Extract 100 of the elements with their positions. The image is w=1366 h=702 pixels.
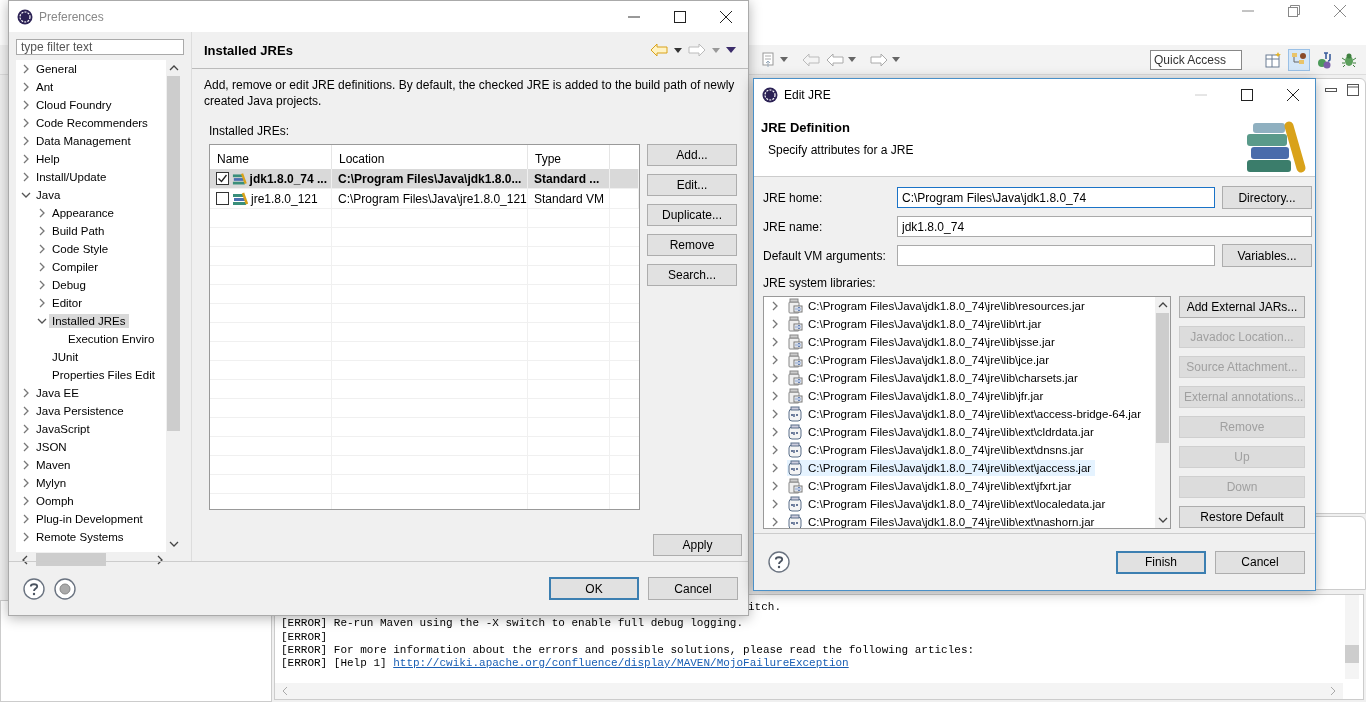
- caret-icon[interactable]: [892, 57, 900, 62]
- tree-item[interactable]: Code Style: [49, 242, 112, 256]
- dialog-button[interactable]: Cancel: [648, 577, 738, 600]
- tree-item[interactable]: Maven: [33, 458, 74, 472]
- tree-item[interactable]: Data Management: [33, 134, 134, 148]
- tree-item[interactable]: Installed JREs: [49, 314, 129, 328]
- tree-item[interactable]: Compiler: [49, 260, 101, 274]
- library-item[interactable]: C:\Program Files\Java\jdk1.8.0_74\jre\lib\ext\cldrdata.jar: [787, 424, 1098, 440]
- text-field[interactable]: jdk1.8.0_74: [897, 216, 1312, 237]
- caret-icon[interactable]: [848, 57, 856, 62]
- menu-icon[interactable]: [726, 47, 736, 53]
- tree-item[interactable]: Java EE: [33, 386, 82, 400]
- java-icon[interactable]: [1316, 50, 1334, 69]
- side-button[interactable]: Remove: [647, 234, 737, 256]
- tree-item[interactable]: Ant: [33, 80, 57, 94]
- table-row[interactable]: jre1.8.0_121 C:\Program Files\Java\jre1.8.0_121 Standard VM: [210, 189, 639, 209]
- maximize-icon[interactable]: [674, 10, 686, 23]
- text-field[interactable]: C:\Program Files\Java\jdk1.8.0_74: [897, 187, 1215, 208]
- side-button[interactable]: Edit...: [647, 174, 737, 196]
- tree-item[interactable]: General: [33, 62, 80, 76]
- side-button[interactable]: Duplicate...: [647, 204, 737, 226]
- restore-icon[interactable]: [1288, 5, 1300, 17]
- library-item[interactable]: C:\Program Files\Java\jdk1.8.0_74\jre\lib\rt.jar: [787, 316, 1046, 332]
- tree-item[interactable]: Install/Update: [33, 170, 110, 184]
- help-icon[interactable]: [23, 577, 45, 600]
- library-item[interactable]: C:\Program Files\Java\jdk1.8.0_74\jre\lib\ext\nashorn.jar: [787, 514, 1099, 528]
- scroll-down-icon[interactable]: [168, 539, 179, 549]
- help-icon[interactable]: [768, 551, 790, 573]
- jar-icon: [787, 496, 803, 512]
- tree-item[interactable]: Java: [33, 188, 64, 202]
- scroll-right-icon[interactable]: [155, 554, 165, 565]
- dialog-button[interactable]: OK: [549, 577, 639, 600]
- side-button[interactable]: Restore Default: [1179, 506, 1305, 528]
- tree-item[interactable]: Help: [33, 152, 63, 166]
- tree-item[interactable]: Java Persistence: [33, 404, 127, 418]
- tree-item[interactable]: Mylyn: [33, 476, 70, 490]
- scrollbar[interactable]: [1155, 297, 1170, 528]
- text-field[interactable]: [897, 245, 1215, 266]
- scroll-up-icon[interactable]: [168, 63, 179, 73]
- tree-item[interactable]: JavaScript: [33, 422, 93, 436]
- library-icon: [232, 190, 248, 207]
- console-line: [ERROR] For more information about the errors and possible solutions, please read the following articles:: [281, 643, 975, 658]
- table-cell: jre1.8.0_121: [251, 191, 318, 206]
- link[interactable]: http://cwiki.apache.org/confluence/display/MAVEN/MojoFailureException: [393, 657, 849, 670]
- tree-item[interactable]: Debug: [49, 278, 89, 292]
- tree-item[interactable]: Editor: [49, 296, 86, 310]
- close-icon[interactable]: [720, 10, 732, 23]
- tree-item[interactable]: Oomph: [33, 494, 77, 508]
- dialog-button[interactable]: Cancel: [1215, 550, 1305, 574]
- side-button[interactable]: Add External JARs...: [1179, 296, 1305, 318]
- table-icon[interactable]: [1264, 50, 1282, 69]
- tree-item[interactable]: JUnit: [49, 350, 82, 364]
- library-item[interactable]: C:\Program Files\Java\jdk1.8.0_74\jre\lib\ext\jfxrt.jar: [787, 478, 1076, 494]
- maximize-icon[interactable]: [1347, 84, 1359, 96]
- library-item[interactable]: C:\Program Files\Java\jdk1.8.0_74\jre\lib\charsets.jar: [787, 370, 1082, 386]
- table-cell: Standard VM: [534, 191, 605, 206]
- caret-icon[interactable]: [674, 47, 682, 53]
- console-line: [ERROR] [Help 1] http://cwiki.apache.org/confluence/display/MAVEN/MojoFailureException: [281, 657, 849, 671]
- library-item[interactable]: C:\Program Files\Java\jdk1.8.0_74\jre\lib\jsse.jar: [787, 334, 1059, 350]
- tree-item[interactable]: Plug-in Development: [33, 512, 146, 526]
- browse-button[interactable]: Directory...: [1222, 186, 1312, 209]
- hierarchy-icon[interactable]: [1288, 48, 1310, 71]
- library-item[interactable]: C:\Program Files\Java\jdk1.8.0_74\jre\lib\jce.jar: [787, 352, 1053, 368]
- library-item[interactable]: C:\Program Files\Java\jdk1.8.0_74\jre\lib\ext\jaccess.jar: [787, 460, 1096, 476]
- tree-item[interactable]: Appearance: [49, 206, 118, 220]
- scroll-left-icon[interactable]: [20, 554, 30, 565]
- tree-item[interactable]: Properties Files Edit: [49, 368, 158, 382]
- library-item[interactable]: C:\Program Files\Java\jdk1.8.0_74\jre\lib\resources.jar: [787, 298, 1089, 314]
- tree-item[interactable]: Code Recommenders: [33, 116, 151, 130]
- tree-item[interactable]: Cloud Foundry: [33, 98, 115, 112]
- tree-item[interactable]: Execution Enviro: [65, 332, 158, 346]
- library-item[interactable]: C:\Program Files\Java\jdk1.8.0_74\jre\lib\jfr.jar: [787, 388, 1048, 404]
- maximize-icon[interactable]: [1241, 88, 1253, 101]
- record-icon[interactable]: [54, 577, 76, 600]
- jar-icon: [787, 406, 803, 422]
- tree-item[interactable]: JSON: [33, 440, 70, 454]
- tree-item[interactable]: Remote Systems: [33, 530, 127, 544]
- dialog-button[interactable]: Finish: [1116, 550, 1206, 574]
- library-icon: [232, 170, 247, 187]
- list-label: JRE system libraries:: [763, 275, 877, 292]
- tree-item[interactable]: Build Path: [49, 224, 108, 238]
- apply-button[interactable]: Apply: [653, 534, 742, 556]
- side-button[interactable]: Search...: [647, 264, 737, 286]
- left-arrow-icon[interactable]: [826, 52, 844, 67]
- checkbox[interactable]: [216, 192, 229, 205]
- scroll-down-icon[interactable]: [1157, 515, 1168, 525]
- library-item[interactable]: C:\Program Files\Java\jdk1.8.0_74\jre\lib\ext\localedata.jar: [787, 496, 1110, 512]
- table-row[interactable]: jdk1.8.0_74 ... C:\Program Files\Java\jdk1.8.0... Standard ...: [210, 169, 639, 189]
- filter-field[interactable]: type filter text: [16, 39, 184, 55]
- library-item[interactable]: C:\Program Files\Java\jdk1.8.0_74\jre\lib\ext\access-bridge-64.jar: [787, 406, 1145, 422]
- scroll-up-icon[interactable]: [1157, 300, 1168, 310]
- scrollbar[interactable]: [1345, 595, 1359, 679]
- side-button[interactable]: Add...: [647, 144, 737, 166]
- browse-button[interactable]: Variables...: [1222, 244, 1312, 267]
- caret-icon[interactable]: [780, 57, 788, 62]
- library-item[interactable]: C:\Program Files\Java\jdk1.8.0_74\jre\lib\ext\dnsns.jar: [787, 442, 1088, 458]
- checkbox[interactable]: [216, 172, 229, 185]
- quick-access-field[interactable]: Quick Access: [1150, 49, 1242, 70]
- right-arrow-icon[interactable]: [870, 52, 888, 67]
- close-icon[interactable]: [1287, 88, 1299, 101]
